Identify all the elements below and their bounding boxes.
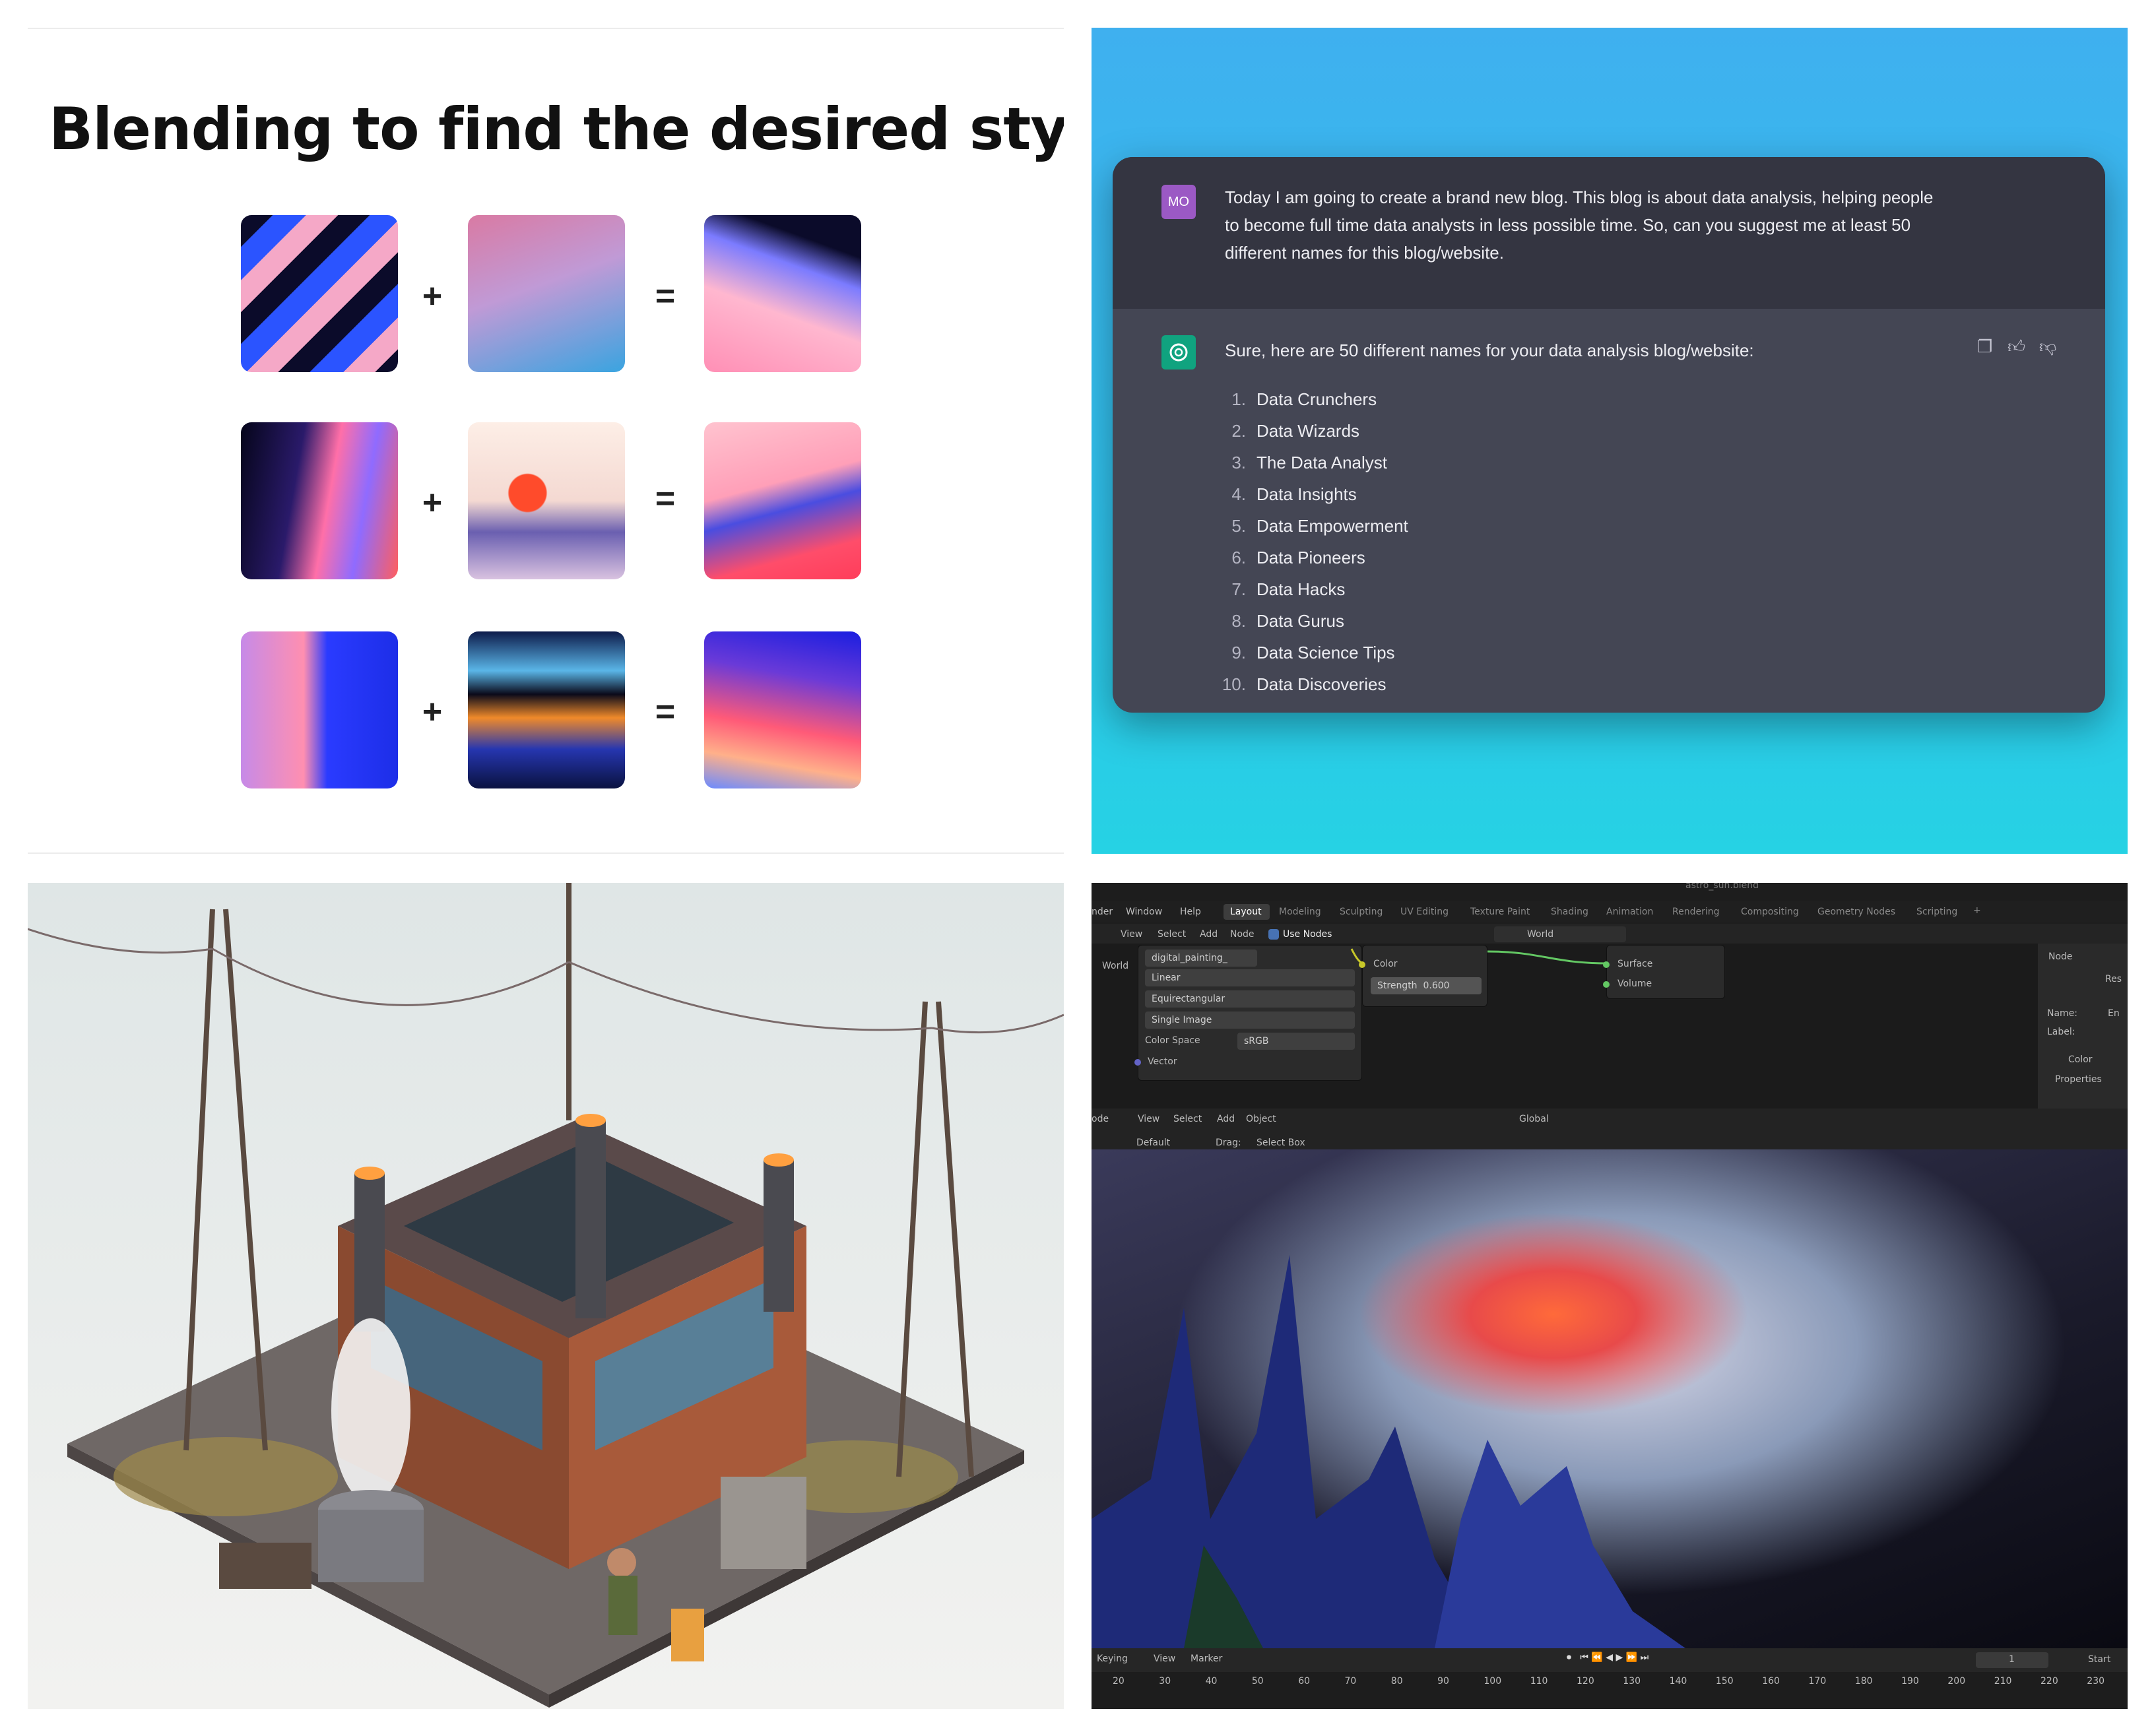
name-list: 1. Data Crunchers 2. Data Wizards 3. The Da… [1212, 389, 1408, 706]
color-section[interactable]: Color [2068, 1054, 2093, 1065]
plus-sign: + [422, 277, 443, 315]
list-item: 6. Data Pioneers [1231, 548, 1365, 567]
properties-section[interactable]: Properties [2055, 1074, 2102, 1085]
frame-tick-label: 200 [1947, 1676, 1966, 1687]
chat-window: MO Today I am going to create a brand ne… [1113, 157, 2105, 713]
side-panel-node-header[interactable]: Node [2048, 951, 2073, 962]
thumbs-down-icon[interactable]: 👎︎ [2039, 337, 2056, 357]
style-tile-blend-result-3 [704, 631, 861, 788]
equals-sign: = [655, 693, 676, 731]
copy-icon[interactable]: ❐ [1977, 337, 1992, 357]
label-label: Label: [2047, 1027, 2075, 1037]
frame-tick-label: 50 [1251, 1676, 1264, 1687]
list-item: 5. Data Empowerment [1231, 516, 1408, 536]
timeline-keying[interactable]: Keying [1097, 1654, 1128, 1664]
reset-button[interactable]: Res [2105, 974, 2122, 984]
drag-select-box[interactable]: Select Box [1256, 1138, 1305, 1148]
user-message-text: Today I am going to create a brand new b… [1225, 187, 1934, 263]
list-item: 2. Data Wizards [1231, 421, 1360, 441]
frame-tick-label: 120 [1577, 1676, 1594, 1687]
frame-tick-label: 190 [1901, 1676, 1919, 1687]
list-item: 3. The Data Analyst [1231, 453, 1387, 472]
assistant-intro: Sure, here are 50 different names for yo… [1225, 340, 1754, 360]
list-item: 7. Data Hacks [1231, 579, 1346, 599]
style-tile-blur-stripes [468, 631, 625, 788]
user-avatar: MO [1161, 185, 1196, 219]
frame-tick-label: 160 [1762, 1676, 1780, 1687]
chat-screenshot-panel: MO Today I am going to create a brand ne… [1092, 28, 2128, 854]
playback-controls[interactable]: ⏺ ⏮ ⏪ ◀ ▶ ⏩ ⏭ [1567, 1652, 1648, 1663]
drag-label: Drag: [1216, 1138, 1241, 1148]
orientation-default[interactable]: Default [1136, 1138, 1170, 1148]
frame-tick-label: 140 [1669, 1676, 1687, 1687]
frame-tick-label: 110 [1530, 1676, 1548, 1687]
frame-tick-label: 60 [1298, 1676, 1311, 1687]
style-tile-blend-result-1 [704, 215, 861, 372]
frame-tick-label: 20 [1113, 1676, 1125, 1687]
viewport-menu-add[interactable]: Add [1217, 1114, 1235, 1124]
equals-sign: = [655, 277, 676, 315]
current-frame-value: 1 [2009, 1654, 2015, 1665]
frame-tick-label: 210 [1994, 1676, 2012, 1687]
equals-sign: = [655, 480, 676, 518]
assistant-avatar-icon [1161, 335, 1196, 370]
name-field[interactable]: En [2108, 1008, 2120, 1019]
panel-headline: Blending to find the desired style [49, 95, 1064, 163]
frame-tick-label: 180 [1854, 1676, 1873, 1687]
frame-tick-label: 80 [1390, 1676, 1403, 1687]
mountain-silhouette [1092, 1255, 1685, 1651]
transform-orientation[interactable]: Global [1519, 1114, 1549, 1124]
factory-artwork [28, 883, 1064, 1709]
start-frame-label[interactable]: Start [2088, 1654, 2110, 1665]
style-tile-sun-waves [468, 422, 625, 579]
timeline-marker[interactable]: Marker [1191, 1654, 1222, 1664]
mode-selector[interactable]: ode [1092, 1114, 1109, 1124]
list-item: 10. Data Discoveries [1222, 674, 1387, 694]
viewport-menu-view[interactable]: View [1138, 1114, 1159, 1124]
style-tile-blend-result-2 [704, 422, 861, 579]
name-label: Name: [2047, 1008, 2078, 1019]
isometric-factory-illustration [28, 883, 1064, 1709]
frame-tick-label: 130 [1623, 1676, 1641, 1687]
list-item: 4. Data Insights [1231, 484, 1357, 504]
user-message: MO Today I am going to create a brand ne… [1113, 157, 2105, 309]
style-tile-stripes [241, 215, 398, 372]
style-tile-purple-block [241, 631, 398, 788]
viewport-menu-object[interactable]: Object [1246, 1114, 1276, 1124]
plus-sign: + [422, 484, 443, 522]
timeline-view[interactable]: View [1154, 1654, 1175, 1664]
blender-screenshot-panel: astro_sun.blend nder Window Help Layout … [1092, 883, 2128, 1709]
frame-tick-label: 170 [1808, 1676, 1827, 1687]
frame-tick-label: 30 [1159, 1676, 1171, 1687]
frame-tick-label: 70 [1344, 1676, 1357, 1687]
frame-tick-label: 40 [1205, 1676, 1218, 1687]
node-links [1350, 948, 1607, 965]
frame-tick-label: 150 [1715, 1676, 1734, 1687]
thumbs-up-icon[interactable]: 👍︎ [2007, 337, 2025, 357]
blending-panel: Blending to find the desired style + = +… [28, 28, 1064, 854]
3d-viewport[interactable] [1092, 1149, 2128, 1651]
list-item: 1. Data Crunchers [1231, 389, 1377, 409]
style-tile-gradient-curve [468, 215, 625, 372]
viewport-menu-select[interactable]: Select [1173, 1114, 1202, 1124]
frame-ticks: 20 30 40 50 60 70 80 90 100 110 120 130 140 150 160 170… [1092, 1676, 2128, 1689]
plus-sign: + [422, 693, 443, 731]
frame-tick-label: 90 [1437, 1676, 1449, 1687]
frame-tick-label: 100 [1484, 1676, 1502, 1687]
style-tile-red-fold [241, 422, 398, 579]
frame-tick-label: 230 [2087, 1676, 2105, 1687]
frame-tick-label: 220 [2040, 1676, 2058, 1687]
list-item: 9. Data Science Tips [1231, 643, 1395, 662]
list-item: 8. Data Gurus [1231, 611, 1344, 631]
